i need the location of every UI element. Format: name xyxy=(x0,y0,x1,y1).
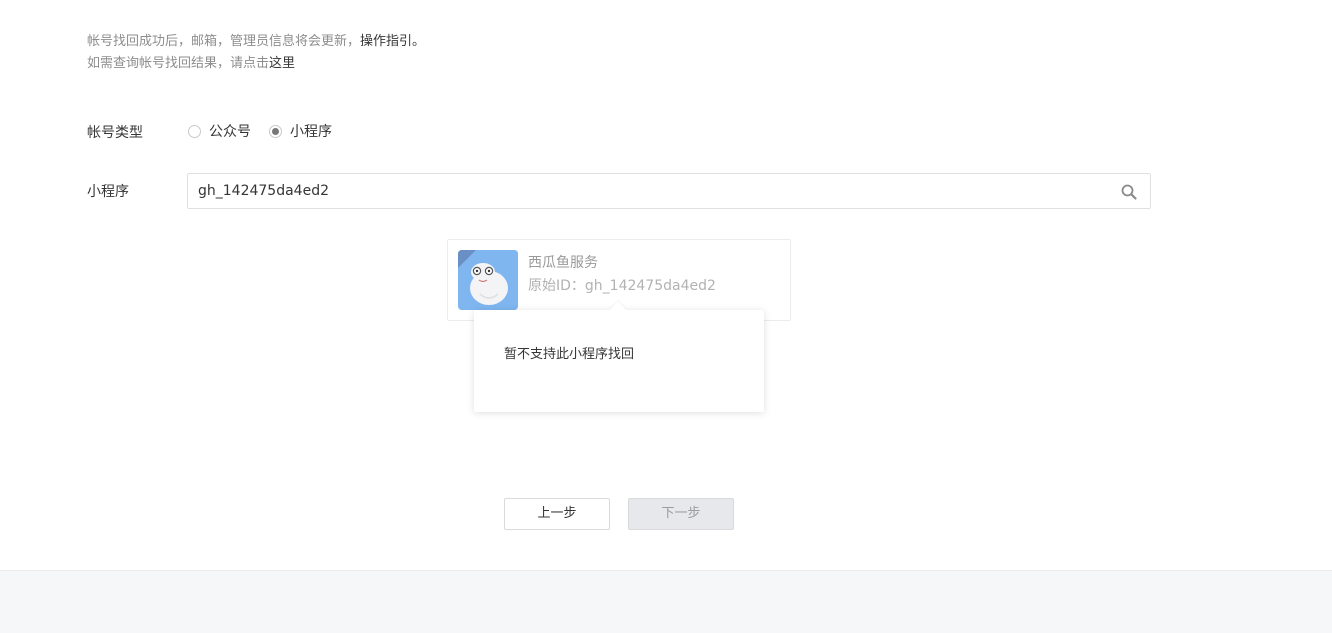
miniprogram-label: 小程序 xyxy=(87,184,129,200)
page-footer xyxy=(0,570,1332,633)
operation-guide-link[interactable]: 操作指引。 xyxy=(360,34,425,49)
radio-miniprogram-label: 小程序 xyxy=(290,124,332,140)
miniprogram-original-id: 原始ID：gh_142475da4ed2 xyxy=(528,278,716,294)
tips-block: 帐号找回成功后，邮箱，管理员信息将会更新，操作指引。 如需查询帐号找回结果，请点… xyxy=(87,31,425,75)
account-type-radio-group: 公众号 小程序 xyxy=(188,121,350,141)
account-type-label: 帐号类型 xyxy=(87,125,143,141)
miniprogram-search-input[interactable] xyxy=(188,174,1108,208)
miniprogram-name: 西瓜鱼服务 xyxy=(528,255,598,271)
tips-line-1-text: 帐号找回成功后，邮箱，管理员信息将会更新， xyxy=(87,34,361,49)
account-recovery-page: 帐号找回成功后，邮箱，管理员信息将会更新，操作指引。 如需查询帐号找回结果，请点… xyxy=(0,0,1332,633)
miniprogram-avatar xyxy=(458,250,518,310)
radio-circle-icon[interactable] xyxy=(188,124,201,138)
next-step-button[interactable]: 下一步 xyxy=(628,498,734,530)
radio-selected-icon[interactable] xyxy=(269,124,282,138)
tips-line-2: 如需查询帐号找回结果，请点击这里 xyxy=(87,53,425,75)
prev-step-button[interactable]: 上一步 xyxy=(504,498,610,530)
radio-official-account[interactable]: 公众号 xyxy=(188,121,251,141)
tips-line-1: 帐号找回成功后，邮箱，管理员信息将会更新，操作指引。 xyxy=(87,31,425,53)
miniprogram-search-box xyxy=(187,173,1151,209)
unsupported-message: 暂不支持此小程序找回 xyxy=(504,347,635,362)
unsupported-popover: 暂不支持此小程序找回 xyxy=(474,310,764,412)
search-icon[interactable] xyxy=(1120,183,1138,201)
radio-official-account-label: 公众号 xyxy=(209,124,251,140)
query-result-link[interactable]: 这里 xyxy=(269,56,295,71)
radio-miniprogram[interactable]: 小程序 xyxy=(269,121,332,141)
tips-line-2-text: 如需查询帐号找回结果，请点击 xyxy=(87,56,270,71)
